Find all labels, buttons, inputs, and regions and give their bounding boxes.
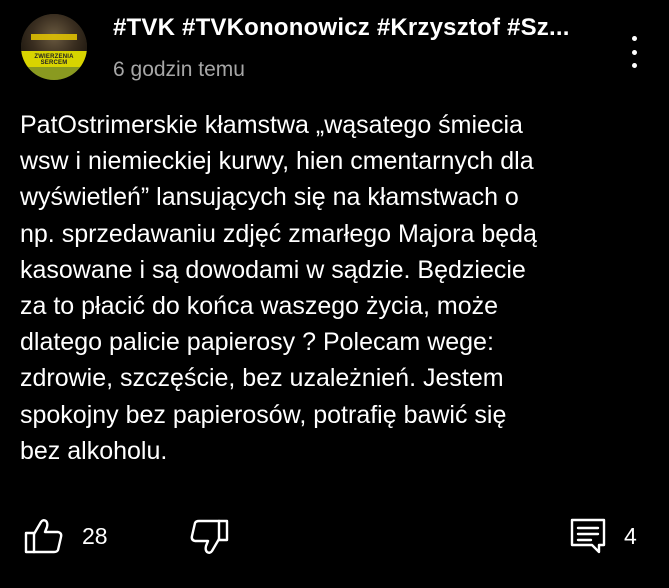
comment-timestamp: 6 godzin temu bbox=[113, 58, 245, 81]
avatar-logo-text: ZWIERZENIA SERCEM bbox=[34, 54, 74, 66]
kebab-dot bbox=[631, 49, 637, 55]
thumb-up-icon[interactable] bbox=[24, 517, 64, 555]
like-count: 28 bbox=[82, 523, 108, 549]
kebab-dot bbox=[631, 63, 637, 68]
comment-icon[interactable] bbox=[569, 517, 607, 555]
avatar[interactable]: ZWIERZENIA SERCEM bbox=[21, 14, 87, 80]
thumb-down-icon[interactable] bbox=[189, 518, 229, 556]
kebab-dot bbox=[631, 36, 637, 41]
comment-body: PatOstrimerskie kłamstwa „wąsatego śmiec… bbox=[20, 111, 537, 465]
avatar-band-bottom bbox=[21, 66, 87, 80]
comment-author[interactable]: #TVK #TVKononowicz #Krzysztof #Sz... bbox=[113, 14, 570, 42]
more-vert-icon[interactable] bbox=[627, 36, 641, 68]
avatar-banner bbox=[31, 34, 77, 40]
reply-count: 4 bbox=[624, 523, 637, 549]
avatar-photo bbox=[21, 14, 87, 51]
